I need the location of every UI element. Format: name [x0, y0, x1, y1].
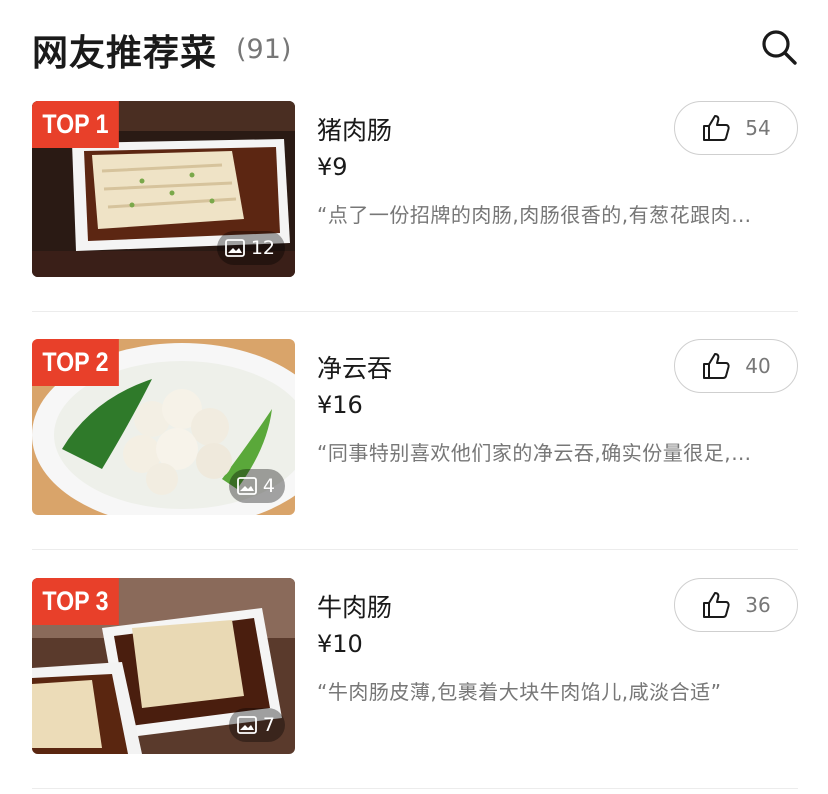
header: 网友推荐菜 (91) — [32, 22, 798, 78]
like-button[interactable]: 54 — [674, 101, 798, 155]
divider — [32, 549, 798, 550]
dish-item[interactable]: TOP 3 7 牛肉肠 ¥10 “牛肉肠皮薄,包裹着大块牛肉馅儿,咸淡合适” 3… — [32, 578, 798, 794]
dish-name[interactable]: 净云吞 — [317, 349, 392, 385]
thumbs-up-icon — [703, 115, 730, 141]
photo-count-badge: 7 — [228, 708, 285, 742]
search-button[interactable] — [760, 28, 798, 66]
search-icon — [762, 30, 797, 65]
photo-count: 12 — [250, 237, 275, 259]
dish-item[interactable]: TOP 1 12 猪肉肠 ¥9 “点了一份招牌的肉肠,肉肠很香的,有葱花跟肉… … — [32, 101, 798, 339]
like-button[interactable]: 36 — [674, 578, 798, 632]
divider — [32, 311, 798, 312]
dish-price: ¥9 — [317, 153, 348, 181]
dish-review[interactable]: “点了一份招牌的肉肠,肉肠很香的,有葱花跟肉… — [317, 199, 795, 228]
thumbs-up-icon — [703, 353, 730, 379]
thumbs-up-icon — [703, 592, 730, 618]
image-icon — [237, 477, 257, 495]
rank-badge: TOP 3 — [32, 578, 119, 625]
photo-count-badge: 4 — [228, 469, 285, 503]
dish-name[interactable]: 牛肉肠 — [317, 588, 392, 624]
divider — [32, 788, 798, 789]
dish-photo[interactable]: TOP 1 12 — [32, 101, 295, 277]
like-count: 36 — [745, 593, 771, 617]
image-icon — [237, 716, 257, 734]
rank-badge: TOP 2 — [32, 339, 119, 386]
photo-count: 4 — [262, 475, 275, 497]
dish-review[interactable]: “同事特别喜欢他们家的净云吞,确实份量很足,… — [317, 437, 795, 466]
dish-price: ¥10 — [317, 630, 363, 658]
dish-price: ¥16 — [317, 391, 363, 419]
page-title: 网友推荐菜 — [32, 33, 218, 74]
like-count: 54 — [745, 116, 771, 140]
dish-photo[interactable]: TOP 3 7 — [32, 578, 295, 754]
like-count: 40 — [745, 354, 771, 378]
dish-photo[interactable]: TOP 2 4 — [32, 339, 295, 515]
rank-badge: TOP 1 — [32, 101, 119, 148]
image-icon — [224, 239, 245, 257]
dish-item[interactable]: TOP 2 4 净云吞 ¥16 “同事特别喜欢他们家的净云吞,确实份量很足,… … — [32, 339, 798, 577]
photo-count-badge: 12 — [216, 231, 285, 265]
photo-count: 7 — [262, 714, 275, 736]
dish-count: (91) — [236, 34, 292, 65]
like-button[interactable]: 40 — [674, 339, 798, 393]
dish-review[interactable]: “牛肉肠皮薄,包裹着大块牛肉馅儿,咸淡合适” — [317, 676, 795, 705]
dish-name[interactable]: 猪肉肠 — [317, 111, 392, 147]
